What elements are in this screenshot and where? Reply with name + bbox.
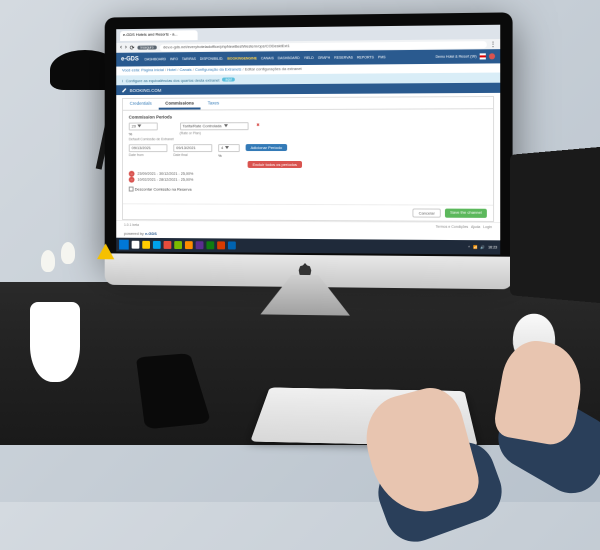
chevron-down-icon <box>138 125 142 128</box>
taskbar-icon[interactable] <box>206 241 214 249</box>
nav-info[interactable]: INFO <box>170 57 178 61</box>
date-to-label: Date final <box>173 153 212 157</box>
nav-fwd-icon[interactable]: › <box>125 45 127 51</box>
footer-login-link[interactable]: Login <box>483 225 492 229</box>
info-link[interactable]: aqui <box>222 78 234 82</box>
discount-checkbox[interactable] <box>129 187 134 192</box>
breadcrumb-hotel[interactable]: Hotel <box>167 67 176 72</box>
nav-pms[interactable]: PMS <box>378 55 386 59</box>
rate-plan-hint: (Rate or Plan) <box>180 131 249 135</box>
breadcrumb-config[interactable]: Configuração da Extranets <box>195 67 241 72</box>
remove-period-icon[interactable]: – <box>129 177 135 183</box>
taskbar-icon[interactable] <box>185 241 193 249</box>
tab-taxes[interactable]: Taxes <box>201 98 226 109</box>
info-text: Configure as equivalências dos quartos d… <box>126 77 220 83</box>
brand-logo[interactable]: e-GDS <box>121 57 139 63</box>
tray-chevron-icon[interactable]: ^ <box>468 245 470 249</box>
pct-label2: % <box>218 153 240 158</box>
pencil-icon <box>122 88 127 93</box>
tab-commissions[interactable]: Commissions <box>158 99 200 110</box>
nav-dashboard2[interactable]: DASHBOARD <box>278 56 300 60</box>
browser-menu-icon[interactable]: ⋮ <box>490 41 496 48</box>
taskbar-icon[interactable] <box>217 241 225 249</box>
cancel-button[interactable]: Cancelar <box>412 208 440 217</box>
breadcrumb-canais[interactable]: Canais <box>180 67 192 72</box>
taskbar-icon[interactable] <box>174 241 182 249</box>
remove-rateplan-icon[interactable]: ✖ <box>254 122 262 127</box>
period-text: 23/09/2021 - 30/12/2021 - 25,00% <box>137 172 193 176</box>
default-commission-label: Default Comissão de Extranet <box>129 137 174 141</box>
nav-reports[interactable]: REPORTS <box>357 55 374 59</box>
clock-time[interactable]: 16:23 <box>488 245 497 249</box>
section-title: BOOKING.COM <box>130 87 162 92</box>
nav-canais[interactable]: CANAIS <box>261 56 274 60</box>
nav-dashboard[interactable]: DASHBOARD <box>145 57 166 61</box>
breadcrumb-current: Editar configurações da extranet <box>245 66 302 71</box>
nav-disponibilidade[interactable]: DISPONIBILID. <box>200 57 224 61</box>
nav-bookingengine[interactable]: BOOKINGENGINE <box>227 56 257 60</box>
info-icon: i <box>122 78 123 83</box>
footer-help-link[interactable]: Ajuda <box>471 225 480 229</box>
nav-back-icon[interactable]: ‹ <box>120 45 122 51</box>
version-label: 1.0.1 beta <box>124 223 139 227</box>
nav-yield[interactable]: YIELD <box>304 56 314 60</box>
nav-reservas[interactable]: RESERVAS <box>334 56 353 60</box>
nav-tarifas[interactable]: TARIFAS <box>182 57 196 61</box>
period-value-select[interactable]: 4 <box>218 144 240 152</box>
reload-icon[interactable]: ⟳ <box>130 44 135 51</box>
period-row: – 10/02/2021 - 28/12/2021 - 25,00% <box>129 177 487 184</box>
date-to-input[interactable]: 09/13/2021 <box>173 144 212 152</box>
nav-graph[interactable]: GRAPH <box>318 56 330 60</box>
main-nav: DASHBOARD INFO TARIFAS DISPONIBILID. BOO… <box>145 55 430 62</box>
browser-tab[interactable]: e-GDS Hotels and Resorts - a... <box>120 30 198 41</box>
footer-terms-link[interactable]: Termos e Condições <box>436 225 469 229</box>
tray-wifi-icon[interactable]: 📶 <box>473 245 477 249</box>
taskbar-icon[interactable] <box>196 241 204 249</box>
taskbar-icon[interactable] <box>142 241 150 249</box>
date-from-input[interactable]: 09/13/2021 <box>129 144 168 152</box>
taskbar-icon[interactable] <box>132 241 140 249</box>
commission-periods-heading: Commission Periods <box>129 113 487 119</box>
commission-panel: Credentials Commissions Taxes Commission… <box>122 96 494 222</box>
windows-taskbar: ^ 📶 🔊 16:23 <box>116 238 500 255</box>
rate-plan-select[interactable]: Tarifa/Rate Controlada <box>180 122 249 130</box>
breadcrumb-home[interactable]: Página inicial <box>141 67 164 72</box>
section-header: BOOKING.COM <box>116 83 500 95</box>
delete-all-periods-button[interactable]: Excluir todos os períodos <box>248 161 302 168</box>
default-commission-select[interactable]: 20 <box>129 122 158 130</box>
add-period-button[interactable]: Adicionar Período <box>246 144 287 151</box>
notifications-icon[interactable] <box>489 53 495 59</box>
start-button[interactable] <box>119 240 129 250</box>
taskbar-icon[interactable] <box>228 241 236 249</box>
user-hotel-label[interactable]: Demo Hotel & Resort (99) <box>435 54 476 58</box>
taskbar-icon[interactable] <box>153 241 161 249</box>
date-from-label: Date from <box>129 153 168 157</box>
discount-checkbox-label: Descontar Comissão na Reserva <box>135 187 192 192</box>
pct-label: % <box>129 131 174 136</box>
chevron-down-icon <box>225 147 229 150</box>
tray-volume-icon[interactable]: 🔊 <box>481 245 485 249</box>
save-channel-button[interactable]: Save the channel <box>445 209 487 218</box>
security-badge[interactable]: Inseguro <box>137 46 156 50</box>
laptop-prop <box>510 144 600 305</box>
locale-flag-icon[interactable] <box>480 53 486 59</box>
tab-credentials[interactable]: Credentials <box>123 99 159 110</box>
taskbar-icon[interactable] <box>164 241 172 249</box>
period-text: 10/02/2021 - 28/12/2021 - 25,00% <box>137 178 193 182</box>
breadcrumb-label: Você está: <box>122 67 140 72</box>
chevron-down-icon <box>224 125 228 128</box>
